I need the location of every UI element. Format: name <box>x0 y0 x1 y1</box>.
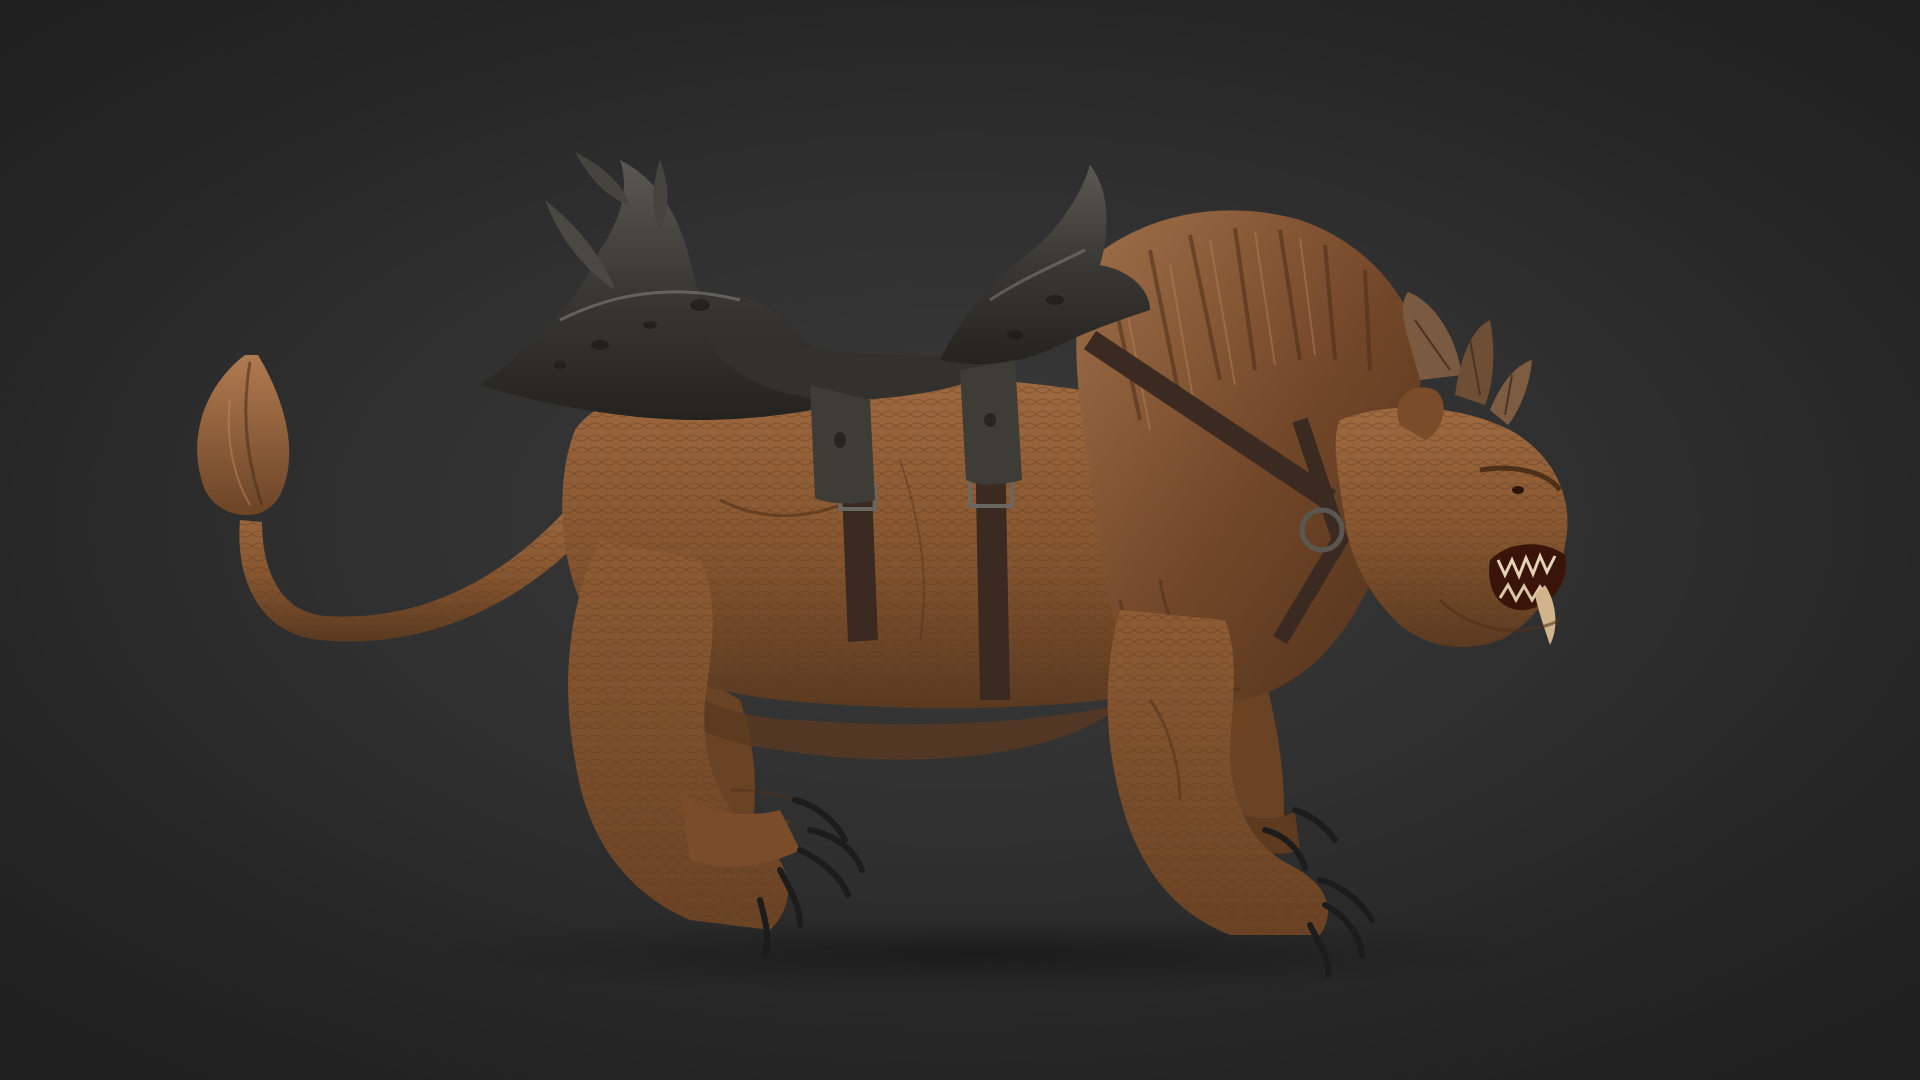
creature-svg <box>197 152 1568 995</box>
eye <box>1512 486 1524 494</box>
claw <box>797 847 851 898</box>
claw <box>807 827 865 873</box>
ground-shadow <box>420 915 1540 995</box>
mouth <box>1489 544 1566 611</box>
creature-render <box>0 0 1920 1080</box>
claw <box>1292 807 1338 843</box>
model-viewport[interactable] <box>0 0 1920 1080</box>
head <box>1335 387 1568 648</box>
horn-front <box>1490 360 1532 425</box>
